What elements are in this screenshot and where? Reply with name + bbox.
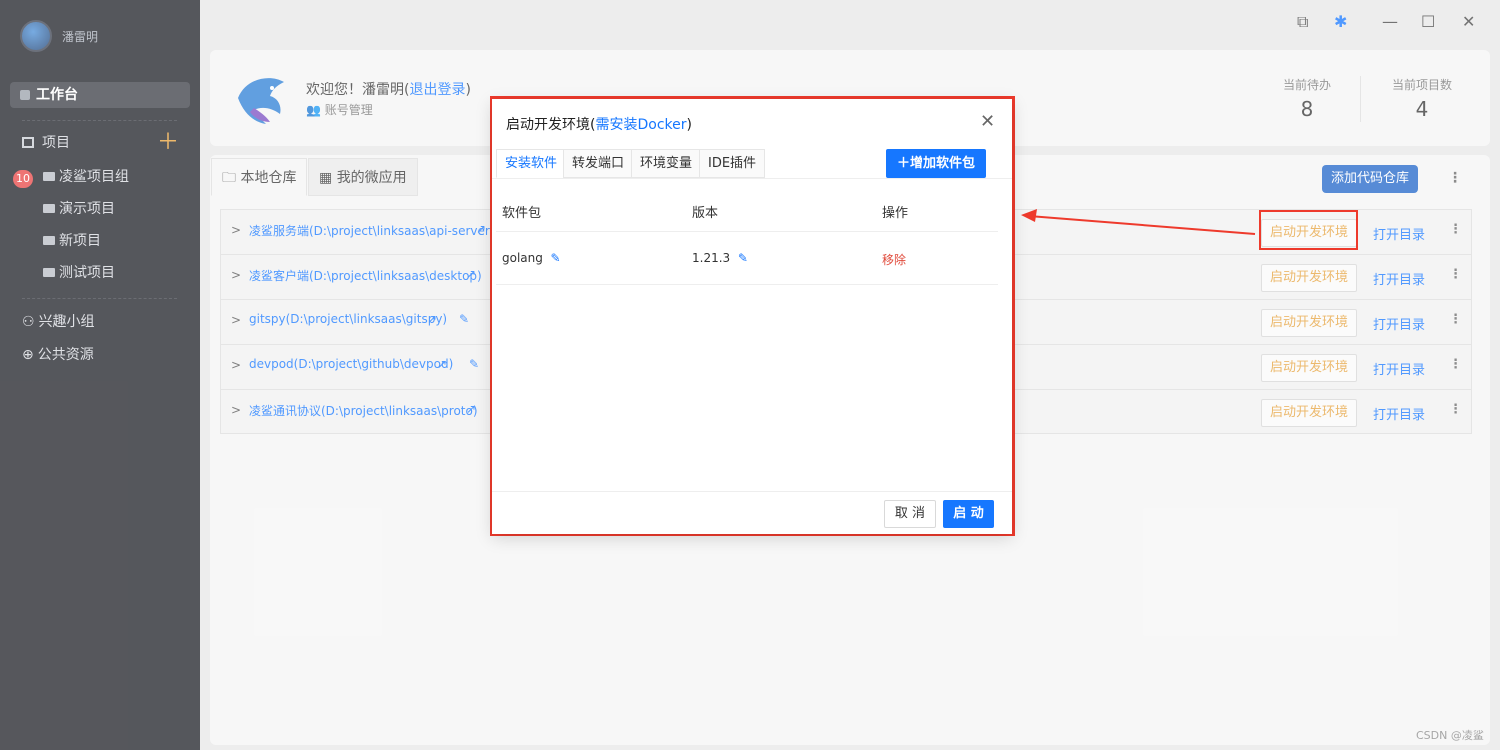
tab-forward-port[interactable]: 转发端口 — [563, 149, 634, 178]
title-prefix: 启动开发环境( — [506, 117, 596, 133]
divider — [492, 491, 1012, 492]
package-version: 1.21.3 — [692, 251, 731, 265]
cancel-button[interactable]: 取 消 — [884, 500, 936, 528]
remove-link[interactable]: 移除 — [882, 251, 906, 268]
divider — [496, 284, 998, 285]
docker-note[interactable]: 需安装Docker — [595, 117, 686, 133]
start-env-dialog: 启动开发环境(需安装Docker) ✕ 安装软件 转发端口 环境变量 IDE插件… — [492, 99, 1012, 534]
title-suffix: ) — [686, 117, 692, 133]
tab-install-software[interactable]: 安装软件 — [496, 149, 567, 178]
package-cell: golang ✎ — [502, 251, 561, 265]
start-button[interactable]: 启 动 — [943, 500, 994, 528]
close-icon[interactable]: ✕ — [980, 111, 995, 132]
plus-icon: ＋ — [896, 156, 910, 171]
annotation-arrow — [1021, 209, 1256, 235]
highlight-box — [1259, 210, 1358, 250]
divider — [492, 178, 1012, 179]
column-header-version: 版本 — [692, 206, 719, 221]
edit-icon[interactable]: ✎ — [551, 251, 561, 265]
divider — [496, 231, 998, 232]
version-cell: 1.21.3 ✎ — [692, 251, 748, 265]
edit-icon[interactable]: ✎ — [738, 251, 748, 265]
dialog-title: 启动开发环境(需安装Docker) — [506, 114, 692, 134]
tab-ide-plugin[interactable]: IDE插件 — [699, 149, 766, 178]
column-header-package: 软件包 — [502, 206, 542, 221]
tab-env-vars[interactable]: 环境变量 — [631, 149, 702, 178]
add-package-label: 增加软件包 — [910, 156, 976, 171]
add-package-button[interactable]: ＋增加软件包 — [886, 149, 986, 178]
column-header-action: 操作 — [882, 206, 909, 221]
package-name: golang — [502, 251, 543, 265]
